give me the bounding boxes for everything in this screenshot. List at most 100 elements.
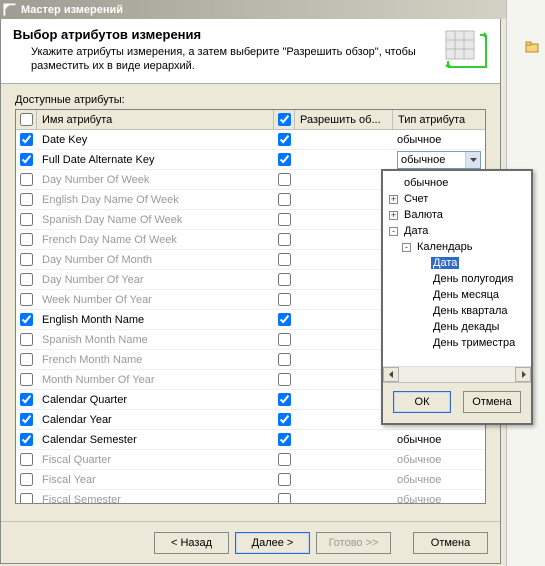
tree-label[interactable]: День полугодия xyxy=(431,273,515,285)
tree-item[interactable]: День квартала xyxy=(385,303,529,319)
row-include-checkbox[interactable] xyxy=(20,473,33,486)
back-button[interactable]: < Назад xyxy=(154,532,229,554)
row-name-cell[interactable]: French Month Name xyxy=(37,354,274,366)
column-header-name[interactable]: Имя атрибута xyxy=(37,110,274,129)
scroll-track[interactable] xyxy=(399,367,515,382)
attribute-row[interactable]: Full Date Alternate Key обычное xyxy=(16,150,485,170)
tree-label[interactable]: Счет xyxy=(402,193,430,205)
collapse-icon[interactable]: - xyxy=(389,227,398,236)
row-allow-checkbox[interactable] xyxy=(278,313,291,326)
row-include-checkbox[interactable] xyxy=(20,133,33,146)
attribute-row[interactable]: Date Keyобычное xyxy=(16,130,485,150)
tree-h-scrollbar[interactable] xyxy=(383,366,531,382)
row-name-cell[interactable]: Spanish Day Name Of Week xyxy=(37,214,274,226)
row-allow-checkbox[interactable] xyxy=(278,473,291,486)
row-allow-checkbox[interactable] xyxy=(278,353,291,366)
tree-item[interactable]: День месяца xyxy=(385,287,529,303)
allow-all-checkbox[interactable] xyxy=(278,113,291,126)
row-allow-checkbox[interactable] xyxy=(278,433,291,446)
column-header-allow[interactable]: Разрешить об... xyxy=(295,110,393,129)
attribute-row[interactable]: Fiscal Semesterобычное xyxy=(16,490,485,504)
row-name-cell[interactable]: Week Number Of Year xyxy=(37,294,274,306)
row-allow-checkbox[interactable] xyxy=(278,453,291,466)
row-name-cell[interactable]: English Day Name Of Week xyxy=(37,194,274,206)
row-name-cell[interactable]: Fiscal Semester xyxy=(37,494,274,505)
row-include-checkbox[interactable] xyxy=(20,393,33,406)
tree-label[interactable]: обычное xyxy=(402,177,450,189)
row-include-checkbox[interactable] xyxy=(20,313,33,326)
row-allow-checkbox[interactable] xyxy=(278,233,291,246)
row-name-cell[interactable]: Date Key xyxy=(37,134,274,146)
row-name-cell[interactable]: Calendar Semester xyxy=(37,434,274,446)
tree-item[interactable]: -Календарь xyxy=(385,239,529,255)
row-name-cell[interactable]: Full Date Alternate Key xyxy=(37,154,274,166)
row-name-cell[interactable]: Day Number Of Year xyxy=(37,274,274,286)
row-allow-checkbox[interactable] xyxy=(278,153,291,166)
row-include-checkbox[interactable] xyxy=(20,413,33,426)
row-allow-checkbox[interactable] xyxy=(278,173,291,186)
attribute-row[interactable]: Calendar Semesterобычное xyxy=(16,430,485,450)
tree-label[interactable]: Валюта xyxy=(402,209,445,221)
row-name-cell[interactable]: Day Number Of Month xyxy=(37,254,274,266)
row-allow-checkbox[interactable] xyxy=(278,293,291,306)
tree-item[interactable]: День триместра xyxy=(385,335,529,351)
expand-icon[interactable]: + xyxy=(389,211,398,220)
row-allow-checkbox[interactable] xyxy=(278,193,291,206)
row-include-checkbox[interactable] xyxy=(20,153,33,166)
row-include-checkbox[interactable] xyxy=(20,173,33,186)
row-include-checkbox[interactable] xyxy=(20,333,33,346)
row-name-cell[interactable]: English Month Name xyxy=(37,314,274,326)
tree-item[interactable]: +Счет xyxy=(385,191,529,207)
row-include-checkbox[interactable] xyxy=(20,273,33,286)
row-name-cell[interactable]: Spanish Month Name xyxy=(37,334,274,346)
cancel-button[interactable]: Отмена xyxy=(413,532,488,554)
tree-label[interactable]: Дата xyxy=(431,257,459,269)
tree-label[interactable]: Дата xyxy=(402,225,430,237)
row-allow-checkbox[interactable] xyxy=(278,393,291,406)
tree-item[interactable]: Дата xyxy=(385,255,529,271)
row-include-checkbox[interactable] xyxy=(20,233,33,246)
row-include-checkbox[interactable] xyxy=(20,433,33,446)
row-allow-checkbox[interactable] xyxy=(278,333,291,346)
tree-item[interactable]: День полугодия xyxy=(385,271,529,287)
attribute-row[interactable]: Fiscal Quarterобычное xyxy=(16,450,485,470)
row-include-checkbox[interactable] xyxy=(20,493,33,504)
row-allow-checkbox[interactable] xyxy=(278,273,291,286)
tree-label[interactable]: День триместра xyxy=(431,337,517,349)
attribute-row[interactable]: Fiscal Yearобычное xyxy=(16,470,485,490)
row-include-checkbox[interactable] xyxy=(20,353,33,366)
tree-item[interactable]: + Валюта xyxy=(385,207,529,223)
select-all-checkbox[interactable] xyxy=(20,113,33,126)
row-include-checkbox[interactable] xyxy=(20,293,33,306)
row-type-cell[interactable]: обычное xyxy=(393,151,485,169)
chevron-down-icon[interactable] xyxy=(465,152,480,168)
row-name-cell[interactable]: Calendar Quarter xyxy=(37,394,274,406)
tree-item[interactable]: -Дата xyxy=(385,223,529,239)
tree-label[interactable]: День месяца xyxy=(431,289,501,301)
type-dropdown[interactable]: обычное xyxy=(397,151,481,169)
collapse-icon[interactable]: - xyxy=(402,243,411,252)
tree-label[interactable]: Календарь xyxy=(415,241,475,253)
next-button[interactable]: Далее > xyxy=(235,532,310,554)
tree-label[interactable]: День квартала xyxy=(431,305,510,317)
column-header-type[interactable]: Тип атрибута xyxy=(393,110,485,129)
row-allow-checkbox[interactable] xyxy=(278,253,291,266)
row-name-cell[interactable]: Calendar Year xyxy=(37,414,274,426)
row-allow-checkbox[interactable] xyxy=(278,373,291,386)
row-allow-checkbox[interactable] xyxy=(278,213,291,226)
row-name-cell[interactable]: Day Number Of Week xyxy=(37,174,274,186)
row-name-cell[interactable]: French Day Name Of Week xyxy=(37,234,274,246)
row-include-checkbox[interactable] xyxy=(20,193,33,206)
type-tree[interactable]: обычное+Счет+Валюта-Дата-КалендарьДатаДе… xyxy=(383,171,531,366)
popup-cancel-button[interactable]: Отмена xyxy=(463,391,521,413)
row-include-checkbox[interactable] xyxy=(20,253,33,266)
row-name-cell[interactable]: Fiscal Year xyxy=(37,474,274,486)
row-include-checkbox[interactable] xyxy=(20,453,33,466)
row-allow-checkbox[interactable] xyxy=(278,493,291,504)
tree-label[interactable]: День декады xyxy=(431,321,501,333)
row-include-checkbox[interactable] xyxy=(20,373,33,386)
row-allow-checkbox[interactable] xyxy=(278,413,291,426)
scroll-right-button[interactable] xyxy=(515,367,531,382)
row-name-cell[interactable]: Month Number Of Year xyxy=(37,374,274,386)
row-allow-checkbox[interactable] xyxy=(278,133,291,146)
